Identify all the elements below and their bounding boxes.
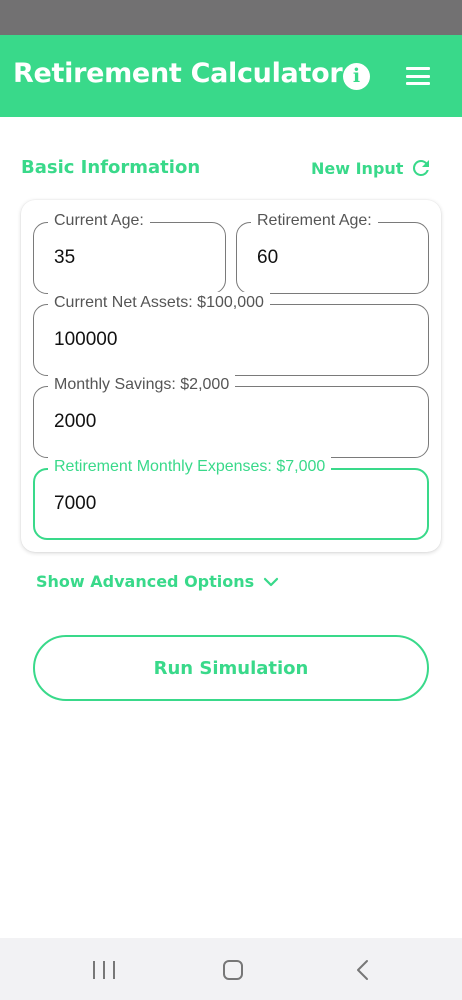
retirement-expenses-input[interactable]: 7000: [54, 470, 387, 538]
current-age-field[interactable]: Current Age: 35: [33, 210, 226, 294]
net-assets-field[interactable]: Current Net Assets: $100,000 100000: [33, 292, 429, 376]
refresh-icon: [413, 159, 430, 176]
back-icon[interactable]: [355, 959, 369, 981]
new-input-button[interactable]: New Input: [311, 156, 433, 180]
monthly-savings-input[interactable]: 2000: [54, 387, 389, 457]
home-icon[interactable]: [223, 960, 243, 980]
monthly-savings-field[interactable]: Monthly Savings: $2,000 2000: [33, 374, 429, 458]
retirement-age-input[interactable]: 60: [257, 223, 419, 293]
show-advanced-options-toggle[interactable]: Show Advanced Options: [36, 572, 280, 591]
advanced-options-label: Show Advanced Options: [36, 572, 255, 591]
run-simulation-button[interactable]: Run Simulation: [33, 635, 429, 701]
new-input-label: New Input: [311, 158, 404, 178]
net-assets-input[interactable]: 100000: [54, 305, 389, 375]
section-title: Basic Information: [21, 157, 201, 178]
app-bar: Retirement Calculator i: [0, 35, 462, 117]
retirement-age-field[interactable]: Retirement Age: 60: [236, 210, 429, 294]
app-title: Retirement Calculator: [13, 58, 343, 89]
recents-icon[interactable]: [93, 961, 115, 979]
retirement-expenses-field[interactable]: Retirement Monthly Expenses: $7,000 7000: [33, 456, 429, 540]
current-age-input[interactable]: 35: [54, 223, 216, 293]
menu-icon[interactable]: [405, 66, 431, 86]
status-bar: [0, 0, 462, 35]
chevron-down-icon: [264, 577, 279, 586]
info-icon[interactable]: i: [343, 63, 370, 90]
system-nav-bar: [0, 938, 462, 1000]
basic-info-card: Current Age: 35 Retirement Age: 60 Curre…: [21, 200, 441, 552]
